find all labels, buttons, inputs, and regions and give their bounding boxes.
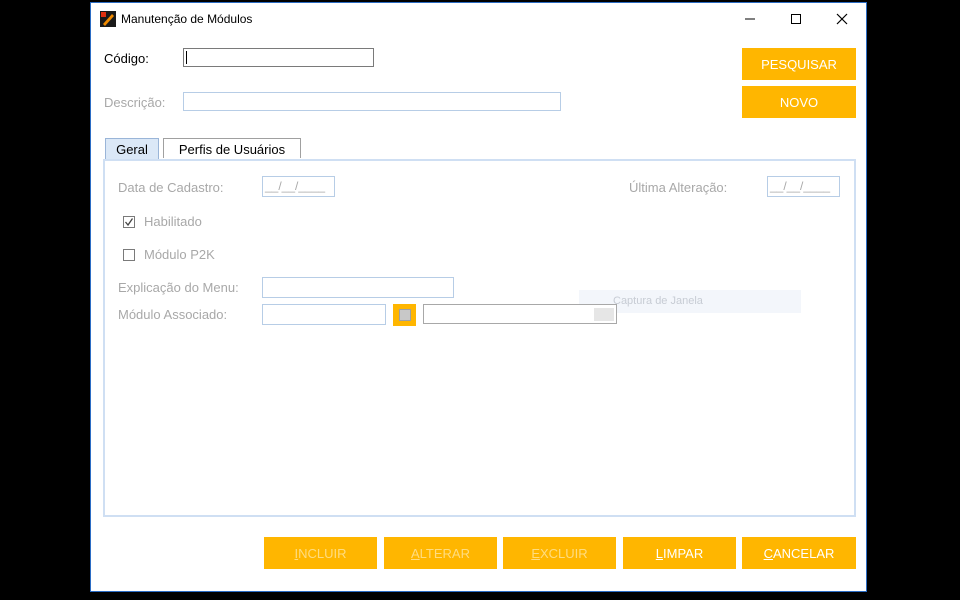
excluir-label-rest: XCLUIR xyxy=(539,545,588,561)
modulo-associado-label: Módulo Associado: xyxy=(118,307,228,322)
close-icon xyxy=(836,13,848,25)
modulo-associado-desc-input[interactable] xyxy=(423,304,617,324)
descricao-label: Descrição: xyxy=(104,95,166,110)
habilitado-label: Habilitado xyxy=(144,214,202,229)
explicacao-menu-label: Explicação do Menu: xyxy=(118,280,239,295)
maximize-icon xyxy=(791,14,801,24)
novo-button[interactable]: NOVO xyxy=(742,86,856,118)
title-bar[interactable]: Manutenção de Módulos xyxy=(91,3,866,35)
codigo-input[interactable] xyxy=(183,48,374,67)
excluir-button[interactable]: E XCLUIR xyxy=(503,537,616,569)
lookup-icon xyxy=(398,309,411,321)
habilitado-checkbox[interactable] xyxy=(123,216,135,228)
limpar-button[interactable]: L IMPAR xyxy=(623,537,736,569)
alterar-button[interactable]: A LTERAR xyxy=(384,537,497,569)
maximize-button[interactable] xyxy=(773,3,819,35)
modulo-associado-lookup-button[interactable] xyxy=(393,304,416,326)
data-cadastro-field[interactable]: __/__/____ xyxy=(262,176,335,197)
close-button[interactable] xyxy=(819,3,865,35)
desc-field-button xyxy=(594,308,614,321)
incluir-button[interactable]: I NCLUIR xyxy=(264,537,377,569)
incluir-label-rest: NCLUIR xyxy=(298,545,347,561)
modulo-p2k-label: Módulo P2K xyxy=(144,247,215,262)
tab-perfis-de-usuarios[interactable]: Perfis de Usuários xyxy=(163,138,301,158)
limpar-mnemonic: L xyxy=(655,545,663,561)
excluir-mnemonic: E xyxy=(531,545,540,561)
check-icon xyxy=(125,218,134,227)
cancelar-mnemonic: C xyxy=(763,545,773,561)
text-caret xyxy=(186,51,187,64)
explicacao-menu-input[interactable] xyxy=(262,277,454,298)
ultima-alteracao-field[interactable]: __/__/____ xyxy=(767,176,840,197)
alterar-label-rest: LTERAR xyxy=(419,545,470,561)
ultima-alteracao-label: Última Alteração: xyxy=(629,180,728,195)
modulo-p2k-checkbox[interactable] xyxy=(123,249,135,261)
modulo-associado-code-input[interactable] xyxy=(262,304,386,325)
cancelar-button[interactable]: C ANCELAR xyxy=(742,537,856,569)
codigo-label: Código: xyxy=(104,51,149,66)
cancelar-label-rest: ANCELAR xyxy=(772,545,835,561)
tab-panel-geral xyxy=(103,159,856,517)
window-title: Manutenção de Módulos xyxy=(121,12,253,26)
minimize-icon xyxy=(745,18,755,20)
alterar-mnemonic: A xyxy=(411,545,420,561)
pesquisar-button[interactable]: PESQUISAR xyxy=(742,48,856,80)
tab-geral[interactable]: Geral xyxy=(105,138,159,160)
main-window: Manutenção de Módulos Código: Descrição:… xyxy=(90,2,867,592)
app-icon xyxy=(100,11,116,27)
limpar-label-rest: IMPAR xyxy=(663,545,704,561)
data-cadastro-label: Data de Cadastro: xyxy=(118,180,224,195)
descricao-input[interactable] xyxy=(183,92,561,111)
minimize-button[interactable] xyxy=(727,3,773,35)
